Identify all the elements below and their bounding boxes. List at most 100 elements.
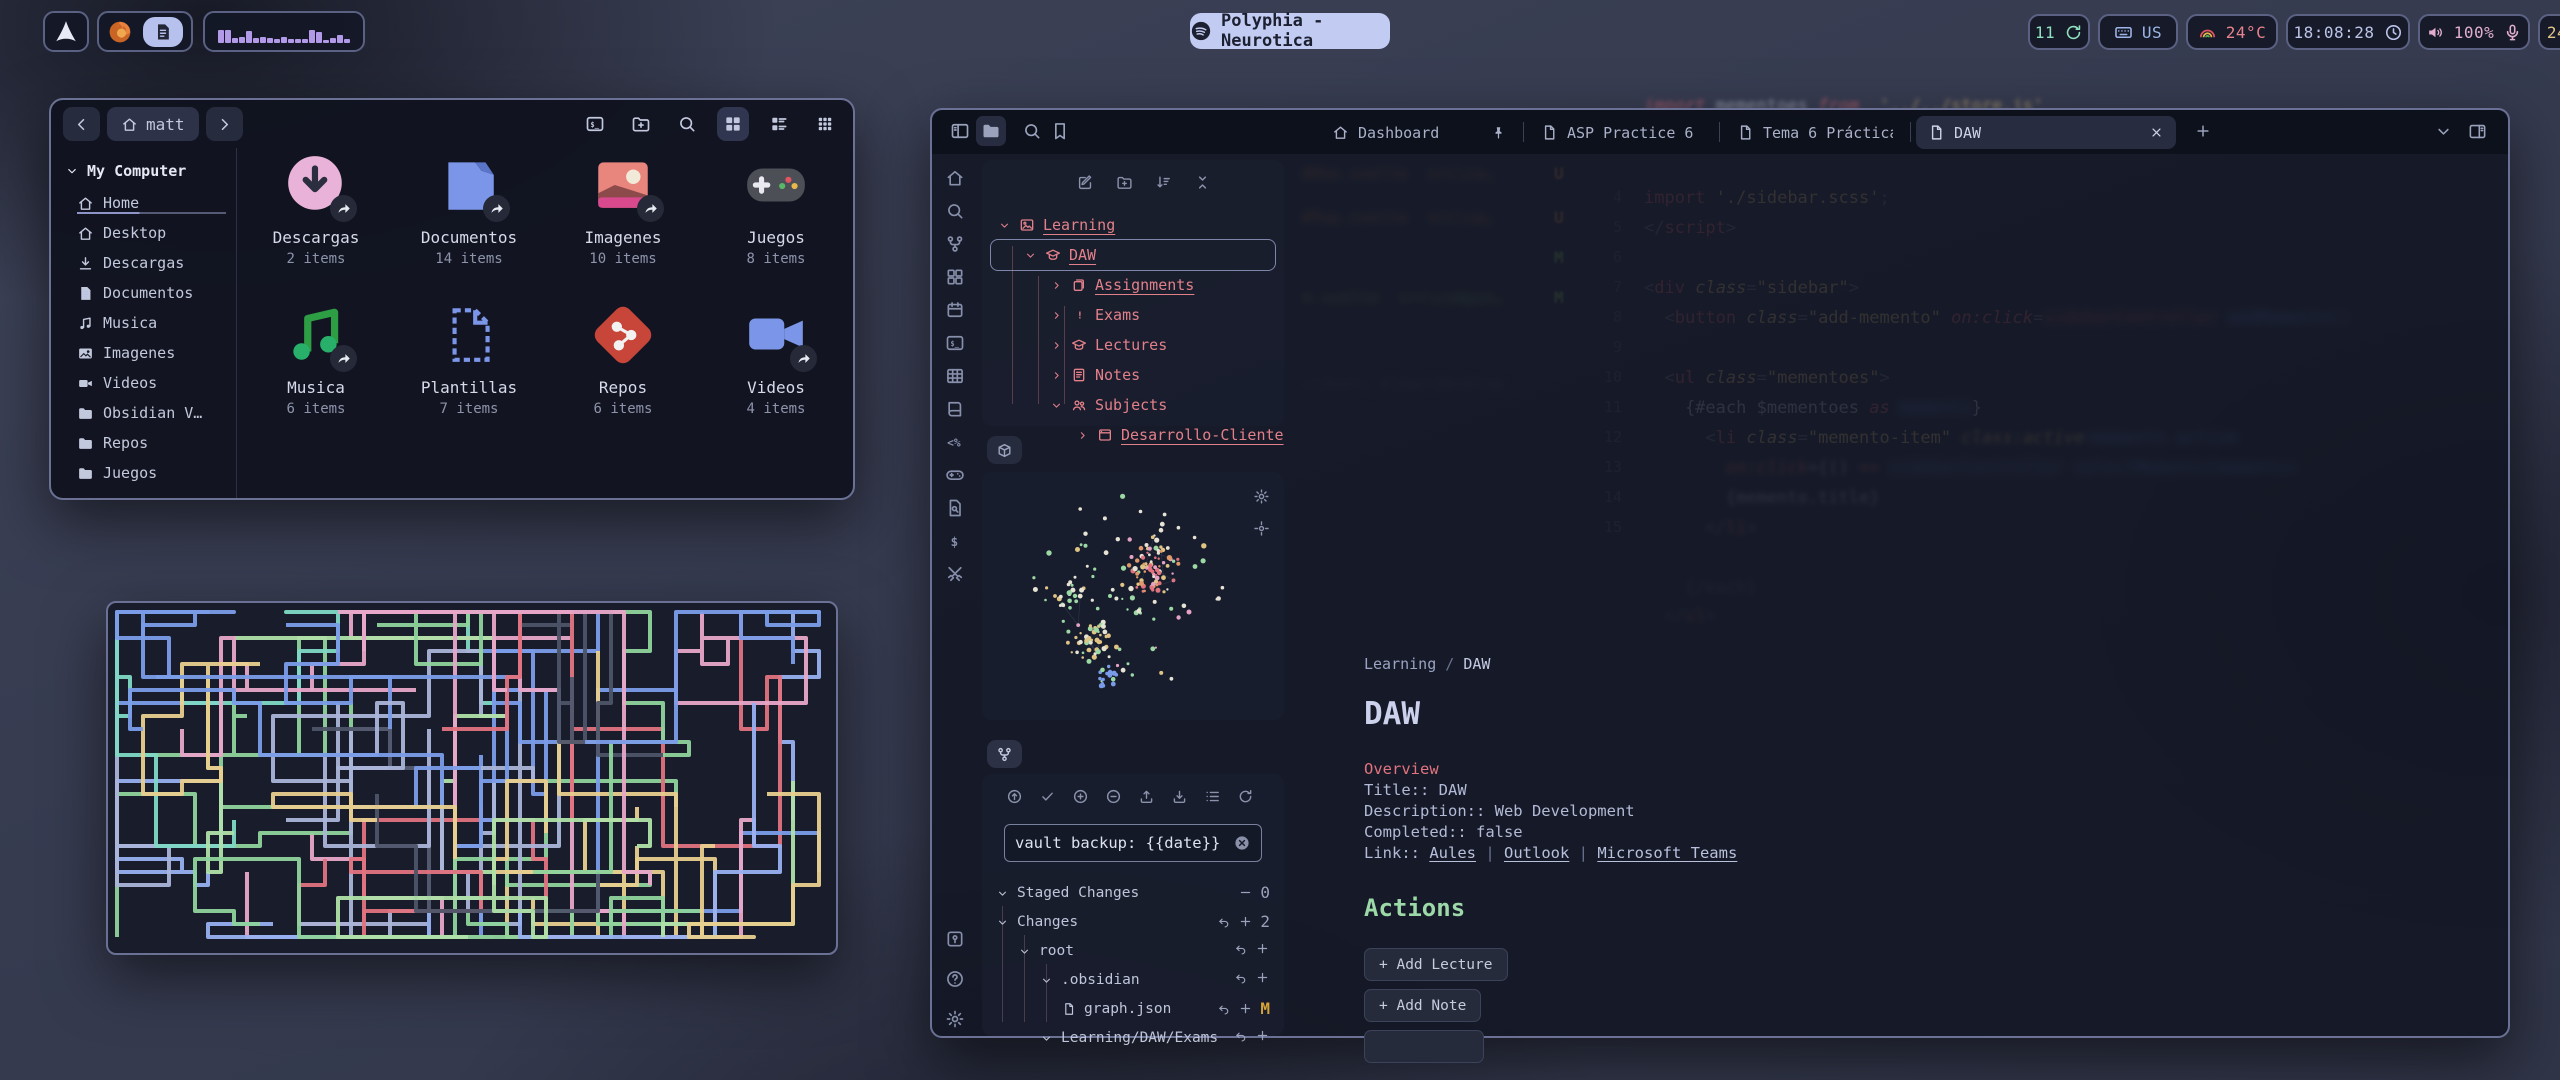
ribbon-layout-grid-icon[interactable] <box>945 267 965 287</box>
pin-icon[interactable] <box>1491 125 1506 140</box>
button-clipped[interactable] <box>1364 1030 1484 1063</box>
button--add-note[interactable]: + Add Note <box>1364 989 1481 1022</box>
tree-item-desarrollo-cliente[interactable]: Desarrollo-Cliente <box>1076 422 1284 448</box>
sidebar-right-button[interactable] <box>2468 122 2487 141</box>
media-pill[interactable]: Polyphia - Neurotica <box>1190 13 1390 49</box>
commit-message-input[interactable]: vault backup: {{date}} <box>1004 824 1262 862</box>
tab-asp-practice-6[interactable]: ASP Practice 6 <box>1529 116 1714 149</box>
sidebar-item-musica[interactable]: Musica <box>77 308 236 338</box>
ribbon-gear-icon[interactable] <box>945 1009 965 1029</box>
git-row-changes[interactable]: Changes <box>996 909 1078 935</box>
tray-volume[interactable]: 100% <box>2418 14 2530 50</box>
search-button[interactable] <box>671 107 703 141</box>
tray-updates[interactable]: 11 <box>2028 14 2090 50</box>
unstage-all-icon[interactable] <box>1238 885 1253 900</box>
sidebar-item-juegos[interactable]: Juegos <box>77 458 236 488</box>
ribbon-file-search-icon[interactable] <box>945 498 965 518</box>
folder-videos[interactable]: Videos 4 items <box>700 302 852 417</box>
folder-repos[interactable]: Repos 6 items <box>547 302 699 417</box>
sidebar-item-desktop[interactable]: Desktop <box>77 218 236 248</box>
sidebar-item-documentos[interactable]: Documentos <box>77 278 236 308</box>
stage-icon[interactable] <box>1238 914 1253 929</box>
folder-imagenes[interactable]: Imagenes 10 items <box>547 152 699 267</box>
ribbon-git-fork-icon[interactable] <box>945 234 965 254</box>
forward-button[interactable] <box>206 107 243 141</box>
link-outlook[interactable]: Outlook <box>1504 844 1569 862</box>
git-row-graph.json[interactable]: graph.json <box>1062 996 1171 1022</box>
breadcrumb[interactable]: matt <box>107 107 199 141</box>
sidebar-item-videos[interactable]: Videos <box>77 368 236 398</box>
ribbon-dollar-icon[interactable]: $ <box>945 531 965 551</box>
edit-button[interactable] <box>1077 174 1094 191</box>
grid-view-button[interactable] <box>717 107 749 141</box>
list-view-button[interactable] <box>763 107 795 141</box>
tray-keyboard-layout[interactable]: US <box>2098 14 2178 50</box>
check-button[interactable] <box>1039 788 1056 805</box>
tree-item-learning[interactable]: Learning <box>998 212 1115 238</box>
sidebar-item-obsidianv[interactable]: Obsidian V… <box>77 398 236 428</box>
folder-plus-button[interactable] <box>625 107 657 141</box>
tab-dashboard[interactable]: Dashboard <box>1320 116 1518 149</box>
stage-icon[interactable] <box>1255 970 1270 985</box>
ribbon-vault-icon[interactable] <box>945 929 965 949</box>
button--add-lecture[interactable]: + Add Lecture <box>1364 948 1508 981</box>
folder-plantillas[interactable]: Plantillas 7 items <box>393 302 545 417</box>
folder-descargas[interactable]: Descargas 2 items <box>240 152 392 267</box>
ribbon-table-icon[interactable] <box>945 366 965 386</box>
tab-tema-6-pr-cticas-[interactable]: Tema 6 Prácticas -… <box>1725 116 1905 149</box>
ribbon-search-icon[interactable] <box>945 201 965 221</box>
discard-icon[interactable] <box>1234 971 1248 985</box>
folder-documentos[interactable]: Documentos 14 items <box>393 152 545 267</box>
compact-view-button[interactable] <box>809 107 841 141</box>
discard-icon[interactable] <box>1217 1002 1231 1016</box>
tree-item-lectures[interactable]: Lectures <box>1050 332 1167 358</box>
git-row-root[interactable]: root <box>1018 938 1074 964</box>
locate-icon[interactable] <box>1253 520 1270 537</box>
sidebar-item-home[interactable]: Home <box>77 188 236 218</box>
link-microsoft-teams[interactable]: Microsoft Teams <box>1597 844 1737 862</box>
git-row-staged-changes[interactable]: Staged Changes <box>996 880 1139 906</box>
clear-message-icon[interactable] <box>1233 834 1251 852</box>
ribbon-home-icon[interactable] <box>945 168 965 188</box>
refresh-button[interactable] <box>1237 788 1254 805</box>
discard-icon[interactable] <box>1234 942 1248 956</box>
sidebar-group[interactable]: My Computer <box>65 162 236 180</box>
ribbon-swords-icon[interactable] <box>945 564 965 584</box>
folder-musica[interactable]: Musica 6 items <box>240 302 392 417</box>
dock-pill[interactable] <box>97 11 193 52</box>
graph-view[interactable] <box>982 472 1284 720</box>
ribbon-help-icon[interactable] <box>945 969 965 989</box>
ribbon-calendar-icon[interactable] <box>945 300 965 320</box>
tray-clock[interactable]: 18:08:28 <box>2286 14 2410 50</box>
search-button[interactable] <box>1022 121 1042 141</box>
gear-icon[interactable] <box>1253 488 1270 505</box>
tree-item-subjects[interactable]: Subjects <box>1050 392 1167 418</box>
firefox-icon[interactable] <box>107 19 133 45</box>
folder-button[interactable] <box>976 116 1006 146</box>
tray-weather[interactable]: 24°C <box>2186 14 2278 50</box>
bases-tab-button[interactable] <box>987 436 1022 464</box>
commit-up-button[interactable] <box>1006 788 1023 805</box>
git-tab-button[interactable] <box>987 740 1022 768</box>
tab-daw[interactable]: DAW <box>1916 116 2176 149</box>
sidebar-item-repos[interactable]: Repos <box>77 428 236 458</box>
ribbon-gamepad-icon[interactable] <box>945 465 965 485</box>
stage-icon[interactable] <box>1255 941 1270 956</box>
collapse-button[interactable] <box>1194 174 1211 191</box>
breadcrumb-part[interactable]: Learning <box>1364 655 1436 673</box>
new-tab-button[interactable] <box>2194 122 2212 140</box>
tree-item-daw[interactable]: DAW <box>1024 242 1096 268</box>
back-button[interactable] <box>63 107 100 141</box>
git-row-.obsidian[interactable]: .obsidian <box>1040 967 1140 993</box>
discard-icon[interactable] <box>1234 1029 1248 1043</box>
breadcrumb-part[interactable]: DAW <box>1463 655 1490 673</box>
ribbon-book-icon[interactable] <box>945 399 965 419</box>
stage-icon[interactable] <box>1238 1001 1253 1016</box>
link-aules[interactable]: Aules <box>1429 844 1476 862</box>
launcher-button[interactable] <box>43 11 89 52</box>
active-app-chip[interactable] <box>143 17 183 47</box>
sort-button[interactable] <box>1155 174 1172 191</box>
tray-notifications[interactable]: 24 <box>2538 14 2560 50</box>
discard-icon[interactable] <box>1217 915 1231 929</box>
ribbon-code-template-icon[interactable]: <% <box>945 432 965 452</box>
